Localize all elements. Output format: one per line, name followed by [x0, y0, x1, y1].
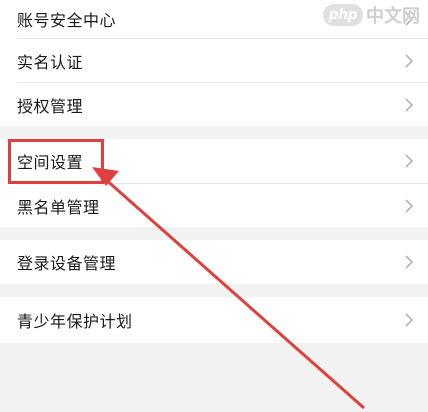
menu-item-label: 登录设备管理 [17, 254, 117, 273]
chevron-right-icon [404, 53, 414, 69]
chevron-right-icon [404, 198, 414, 214]
menu-group-devices: 登录设备管理 [0, 240, 428, 284]
menu-item-youth-protection[interactable]: 青少年保护计划 [0, 297, 428, 343]
menu-item-real-name[interactable]: 实名认证 [0, 39, 428, 82]
menu-item-label: 青少年保护计划 [17, 312, 133, 331]
menu-item-authorization[interactable]: 授权管理 [0, 83, 428, 126]
menu-item-login-devices[interactable]: 登录设备管理 [0, 240, 428, 284]
chevron-right-icon [404, 254, 414, 270]
menu-item-label: 黑名单管理 [17, 197, 100, 217]
chevron-right-icon [404, 97, 414, 113]
menu-item-label: 授权管理 [17, 96, 84, 116]
menu-group-youth: 青少年保护计划 [0, 297, 428, 343]
watermark: php 中文网 [323, 2, 420, 28]
chevron-right-icon [404, 312, 414, 328]
menu-item-label: 账号安全中心 [17, 11, 117, 30]
menu-item-label: 实名认证 [17, 52, 84, 72]
watermark-badge: php [323, 4, 363, 26]
chevron-right-icon [404, 153, 414, 169]
menu-item-blacklist[interactable]: 黑名单管理 [0, 184, 428, 227]
annotation-highlight-box [8, 139, 104, 184]
watermark-text: 中文网 [366, 6, 420, 27]
